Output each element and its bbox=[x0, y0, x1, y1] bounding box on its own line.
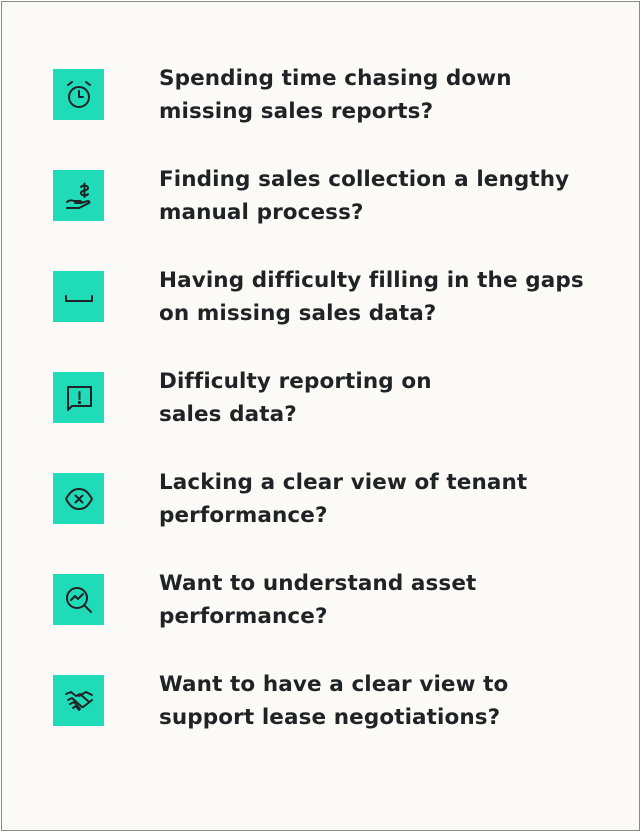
pain-point-line-2: missing sales reports? bbox=[159, 99, 434, 124]
pain-point-item: Want to have a clear view to support lea… bbox=[53, 672, 613, 735]
pain-point-item: Spending time chasing down missing sales… bbox=[53, 66, 613, 129]
pain-point-line-1: Having difficulty filling in the gaps bbox=[159, 268, 584, 293]
pain-point-text: Having difficulty filling in the gaps on… bbox=[159, 264, 609, 330]
handshake-icon bbox=[53, 675, 104, 726]
pain-point-line-1: Finding sales collection a lengthy bbox=[159, 167, 570, 192]
pain-point-text: Spending time chasing down missing sales… bbox=[159, 62, 609, 128]
alarm-clock-icon bbox=[53, 69, 104, 120]
pain-point-item: Difficulty reporting on sales data? bbox=[53, 369, 613, 432]
pain-point-text: Lacking a clear view of tenant performan… bbox=[159, 466, 609, 532]
pain-point-item: Having difficulty filling in the gaps on… bbox=[53, 268, 613, 331]
pain-point-line-2: performance? bbox=[159, 503, 328, 528]
pain-point-line-1: Lacking a clear view of tenant bbox=[159, 470, 528, 495]
pain-point-item: Want to understand asset performance? bbox=[53, 571, 613, 634]
pain-point-text: Want to understand asset performance? bbox=[159, 567, 609, 633]
pain-point-line-2: manual process? bbox=[159, 200, 364, 225]
pain-point-line-1: Difficulty reporting on bbox=[159, 369, 432, 394]
pain-points-card: Spending time chasing down missing sales… bbox=[1, 1, 640, 831]
gap-bracket-icon bbox=[53, 271, 104, 322]
pain-point-line-2: on missing sales data? bbox=[159, 301, 437, 326]
pain-point-text: Finding sales collection a lengthy manua… bbox=[159, 163, 609, 229]
pain-point-line-1: Spending time chasing down bbox=[159, 66, 512, 91]
diamond-x-icon bbox=[53, 473, 104, 524]
pain-point-text: Difficulty reporting on sales data? bbox=[159, 365, 609, 431]
pain-point-line-1: Want to have a clear view to bbox=[159, 672, 509, 697]
hand-dollar-icon bbox=[53, 170, 104, 221]
pain-point-line-2: sales data? bbox=[159, 402, 297, 427]
pain-point-line-2: support lease negotiations? bbox=[159, 705, 501, 730]
pain-point-item: Lacking a clear view of tenant performan… bbox=[53, 470, 613, 533]
pain-point-item: Finding sales collection a lengthy manua… bbox=[53, 167, 613, 230]
analytics-magnifier-icon bbox=[53, 574, 104, 625]
pain-point-text: Want to have a clear view to support lea… bbox=[159, 668, 609, 734]
pain-point-line-2: performance? bbox=[159, 604, 328, 629]
report-alert-icon bbox=[53, 372, 104, 423]
pain-point-line-1: Want to understand asset bbox=[159, 571, 477, 596]
